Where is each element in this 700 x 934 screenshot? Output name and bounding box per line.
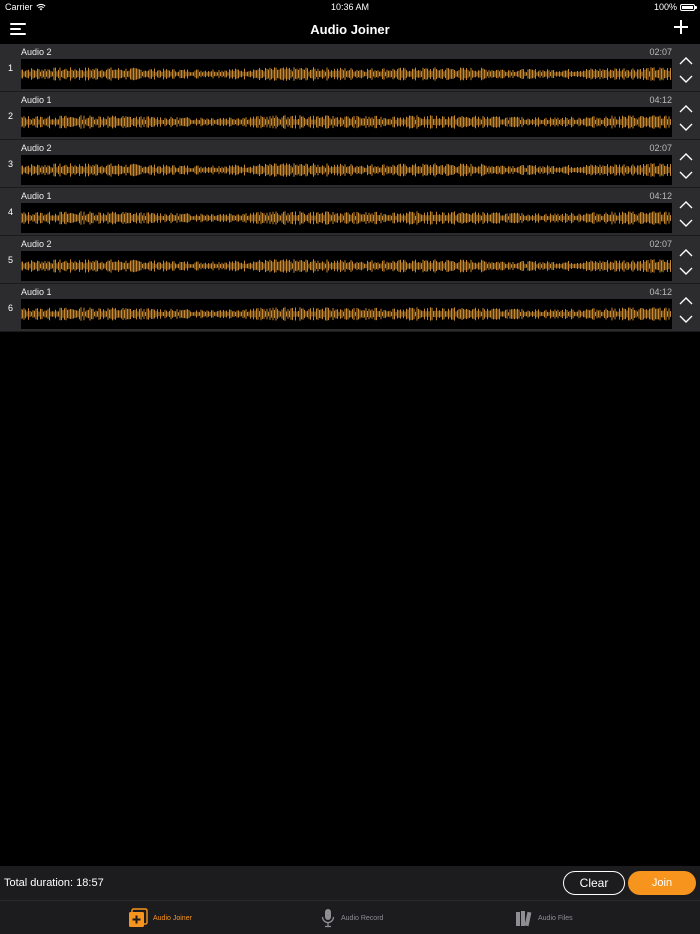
track-index: 6 <box>7 302 13 313</box>
track-duration: 04:12 <box>649 191 672 201</box>
chevron-down-icon[interactable] <box>678 264 694 278</box>
track-index: 4 <box>7 206 13 217</box>
track-list: 1 Audio 2 02:07 2 Audio 1 04:12 3 Audio … <box>0 44 700 332</box>
tab-bar: Audio Joiner Audio Record Audio Files <box>0 900 700 934</box>
battery-percent: 100% <box>653 2 677 12</box>
clear-button[interactable]: Clear <box>563 871 625 895</box>
waveform <box>21 251 672 281</box>
microphone-icon <box>321 909 335 928</box>
chevron-down-icon[interactable] <box>678 168 694 182</box>
chevron-up-icon[interactable] <box>678 246 694 260</box>
status-time: 10:36 AM <box>330 2 370 12</box>
waveform <box>21 59 672 89</box>
total-duration: Total duration: 18:57 <box>4 877 104 889</box>
status-bar: Carrier 10:36 AM 100% <box>0 0 700 14</box>
track-name: Audio 2 <box>21 47 52 57</box>
chevron-up-icon[interactable] <box>678 294 694 308</box>
tab-audio-record[interactable]: Audio Record <box>320 907 383 929</box>
chevron-down-icon[interactable] <box>678 120 694 134</box>
track-index: 1 <box>7 62 13 73</box>
track-row[interactable]: 4 Audio 1 04:12 <box>0 188 700 236</box>
track-row[interactable]: 3 Audio 2 02:07 <box>0 140 700 188</box>
waveform <box>21 203 672 233</box>
track-index: 5 <box>7 254 13 265</box>
track-name: Audio 2 <box>21 239 52 249</box>
chevron-up-icon[interactable] <box>678 150 694 164</box>
chevron-up-icon[interactable] <box>678 198 694 212</box>
navigation-bar: Audio Joiner <box>0 14 700 44</box>
tab-audio-files[interactable]: Audio Files <box>515 907 573 929</box>
track-index: 2 <box>7 110 13 121</box>
chevron-up-icon[interactable] <box>678 102 694 116</box>
tab-label: Audio Files <box>538 914 573 922</box>
files-icon <box>516 911 532 927</box>
track-name: Audio 1 <box>21 95 52 105</box>
tab-audio-joiner[interactable]: Audio Joiner <box>128 907 192 929</box>
battery-icon <box>680 3 697 11</box>
track-name: Audio 1 <box>21 287 52 297</box>
track-name: Audio 2 <box>21 143 52 153</box>
track-row[interactable]: 6 Audio 1 04:12 <box>0 284 700 332</box>
track-duration: 02:07 <box>649 143 672 153</box>
waveform <box>21 107 672 137</box>
waveform <box>21 155 672 185</box>
track-index: 3 <box>7 158 13 169</box>
tab-label: Audio Record <box>341 914 384 922</box>
track-row[interactable]: 2 Audio 1 04:12 <box>0 92 700 140</box>
track-row[interactable]: 5 Audio 2 02:07 <box>0 236 700 284</box>
track-duration: 02:07 <box>649 47 672 57</box>
track-duration: 04:12 <box>649 95 672 105</box>
track-duration: 02:07 <box>649 239 672 249</box>
chevron-down-icon[interactable] <box>678 216 694 230</box>
chevron-up-icon[interactable] <box>678 54 694 68</box>
footer-bar: Total duration: 18:57 Clear Join <box>0 866 700 900</box>
page-title: Audio Joiner <box>310 22 390 37</box>
tab-label: Audio Joiner <box>153 914 192 922</box>
join-button[interactable]: Join <box>628 871 696 895</box>
add-icon[interactable] <box>674 20 688 34</box>
chevron-down-icon[interactable] <box>678 72 694 86</box>
joiner-icon <box>129 908 148 927</box>
track-row[interactable]: 1 Audio 2 02:07 <box>0 44 700 92</box>
waveform <box>21 299 672 329</box>
chevron-down-icon[interactable] <box>678 312 694 326</box>
track-name: Audio 1 <box>21 191 52 201</box>
track-duration: 04:12 <box>649 287 672 297</box>
battery-indicator: 100% <box>653 2 697 12</box>
